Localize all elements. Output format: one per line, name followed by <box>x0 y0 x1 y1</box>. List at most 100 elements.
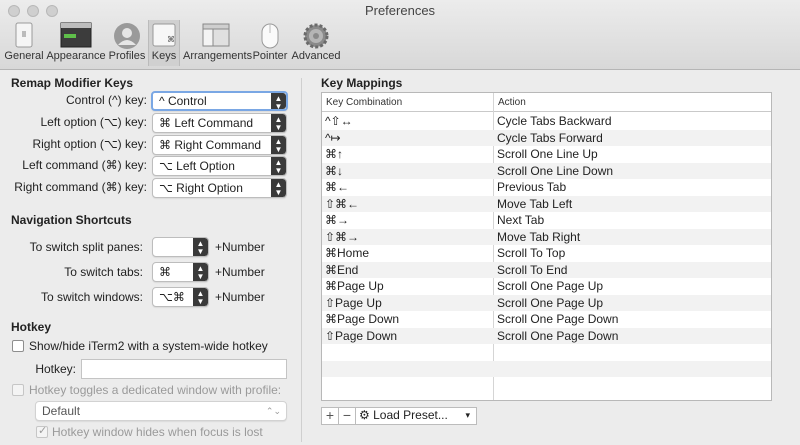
column-header-key[interactable]: Key Combination <box>322 93 493 112</box>
table-row[interactable]: ⇧⌘→ Move Tab Right <box>322 228 771 245</box>
hotkey-profile-popup[interactable]: Default ⌃⌄ <box>35 401 287 421</box>
remove-mapping-button[interactable]: − <box>338 407 356 425</box>
table-row[interactable]: ⌘Page Up Scroll One Page Up <box>322 278 771 295</box>
profiles-icon <box>114 23 140 49</box>
table-row[interactable]: ⇧⌘← Move Tab Left <box>322 195 771 212</box>
remap-section-title: Remap Modifier Keys <box>11 76 134 90</box>
toolbar-label: Pointer <box>252 50 288 62</box>
table-row[interactable]: ⇧Page Up Scroll One Page Up <box>322 294 771 311</box>
general-icon <box>15 22 33 48</box>
right-command-key-popup[interactable]: ⌥ Right Option ▲ ▼ <box>152 178 287 198</box>
key-combination-cell: ⌘→ <box>325 213 349 227</box>
toolbar-arrangements[interactable]: Arrangements <box>183 20 252 66</box>
switch-windows-suffix: +Number <box>215 290 265 304</box>
switch-tabs-suffix: +Number <box>215 265 265 279</box>
right-option-key-popup[interactable]: ⌘ Right Command ▲ ▼ <box>152 135 287 155</box>
gear-icon: ⚙ <box>359 408 370 422</box>
toolbar-label: Profiles <box>108 50 146 62</box>
table-row[interactable]: ⌘← Previous Tab <box>322 179 771 196</box>
popup-value: ⌥ Right Option <box>159 181 243 195</box>
chevron-updown-icon: ▲ ▼ <box>193 238 208 256</box>
column-header-action[interactable]: Action <box>494 93 771 112</box>
load-preset-button[interactable]: ⚙ Load Preset... ▾ <box>355 407 477 425</box>
chevron-updown-icon: ▲ ▼ <box>271 179 286 197</box>
action-cell: Scroll One Line Down <box>497 163 614 178</box>
hotkey-field[interactable] <box>81 359 287 379</box>
action-cell: Scroll One Page Down <box>497 328 619 343</box>
table-row[interactable]: ⌘↑ Scroll One Line Up <box>322 146 771 163</box>
svg-text:⌘: ⌘ <box>167 35 175 44</box>
key-combination-cell: ⌘← <box>325 180 349 194</box>
dedicated-window-checkbox[interactable] <box>12 384 24 396</box>
toolbar-pointer[interactable]: Pointer <box>252 20 288 66</box>
toolbar-profiles[interactable]: Profiles <box>107 20 147 66</box>
empty-table-row <box>322 360 771 377</box>
control-key-popup[interactable]: ^ Control ▲ ▼ <box>151 91 288 111</box>
show-hide-hotkey-label: Show/hide iTerm2 with a system-wide hotk… <box>29 339 268 353</box>
keys-icon: ⌘ <box>152 23 176 47</box>
empty-table-row <box>322 377 771 394</box>
pointer-icon <box>261 23 279 49</box>
left-option-key-label: Left option (⌥) key: <box>40 115 147 129</box>
left-option-key-popup[interactable]: ⌘ Left Command ▲ ▼ <box>152 113 287 133</box>
show-hide-hotkey-checkbox[interactable] <box>12 340 24 352</box>
left-command-key-popup[interactable]: ⌥ Left Option ▲ ▼ <box>152 156 287 176</box>
action-cell: Scroll One Line Up <box>497 147 598 161</box>
preferences-window: Preferences General Appearance Profiles … <box>0 0 800 445</box>
toolbar-keys[interactable]: ⌘ Keys <box>148 20 180 66</box>
switch-panes-popup[interactable]: ▲ ▼ <box>152 237 209 257</box>
toolbar-general[interactable]: General <box>4 20 44 66</box>
add-mapping-button[interactable]: + <box>321 407 339 425</box>
dedicated-window-label: Hotkey toggles a dedicated window with p… <box>29 383 282 397</box>
switch-windows-popup[interactable]: ⌥⌘ ▲ ▼ <box>152 287 209 307</box>
key-mappings-title: Key Mappings <box>321 76 403 90</box>
chevron-down-icon: ▾ <box>465 410 470 420</box>
key-combination-cell: ⌘Page Down <box>325 312 400 326</box>
empty-table-row <box>322 344 771 361</box>
table-row[interactable]: ^↦ Cycle Tabs Forward <box>322 129 771 146</box>
right-command-key-label: Right command (⌘) key: <box>14 180 147 194</box>
window-title: Preferences <box>364 3 436 18</box>
chevron-updown-icon: ▲ ▼ <box>271 157 286 175</box>
switch-tabs-label: To switch tabs: <box>64 265 143 279</box>
popup-value: ⌘ <box>159 265 171 279</box>
popup-value: ⌘ Right Command <box>159 138 262 152</box>
nav-section-title: Navigation Shortcuts <box>11 213 132 227</box>
key-combination-cell: ⌘Home <box>325 246 370 260</box>
key-combination-cell: ^⇧↔ <box>325 114 353 128</box>
switch-tabs-popup[interactable]: ⌘ ▲ ▼ <box>152 262 209 282</box>
action-cell: Scroll One Page Up <box>497 295 604 310</box>
table-row[interactable]: ⌘↓ Scroll One Line Down <box>322 162 771 179</box>
key-combination-cell: ⇧Page Up <box>325 295 382 310</box>
table-header: Key Combination Action <box>322 93 771 112</box>
action-cell: Scroll One Page Down <box>497 312 619 326</box>
table-row[interactable]: ⇧Page Down Scroll One Page Down <box>322 327 771 344</box>
action-cell: Cycle Tabs Backward <box>497 114 612 128</box>
toolbar-label: Advanced <box>291 50 341 62</box>
switch-windows-label: To switch windows: <box>40 290 143 304</box>
checkmark-icon: ✓ <box>38 425 48 437</box>
toolbar-appearance[interactable]: Appearance <box>46 20 106 66</box>
table-row[interactable]: ⌘→ Next Tab <box>322 212 771 229</box>
toolbar-advanced[interactable]: Advanced <box>291 20 341 66</box>
hides-on-focus-loss-checkbox[interactable]: ✓ <box>36 425 48 438</box>
key-combination-cell: ⇧⌘← <box>325 196 360 211</box>
chevron-updown-icon: ▲ ▼ <box>271 93 286 109</box>
toolbar-label: General <box>4 50 44 62</box>
table-row[interactable]: ⌘Page Down Scroll One Page Down <box>322 311 771 328</box>
key-combination-cell: ⌘Page Up <box>325 279 384 293</box>
titlebar: Preferences General Appearance Profiles … <box>0 0 800 70</box>
key-combination-cell: ^↦ <box>325 130 341 145</box>
switch-panes-label: To switch split panes: <box>29 240 143 254</box>
table-row[interactable]: ⌘End Scroll To End <box>322 261 771 278</box>
hotkey-section-title: Hotkey <box>11 320 52 334</box>
table-row[interactable]: ⌘Home Scroll To Top <box>322 245 771 262</box>
action-cell: Previous Tab <box>497 180 567 194</box>
action-cell: Move Tab Left <box>497 196 573 211</box>
toolbar-label: Keys <box>151 50 177 62</box>
table-row[interactable]: ^⇧↔ Cycle Tabs Backward <box>322 113 771 130</box>
popup-value: ^ Control <box>159 94 207 108</box>
action-cell: Scroll One Page Up <box>497 279 604 293</box>
chevron-updown-icon: ⌃⌄ <box>265 406 281 416</box>
hides-on-focus-loss-label: Hotkey window hides when focus is lost <box>52 425 263 439</box>
